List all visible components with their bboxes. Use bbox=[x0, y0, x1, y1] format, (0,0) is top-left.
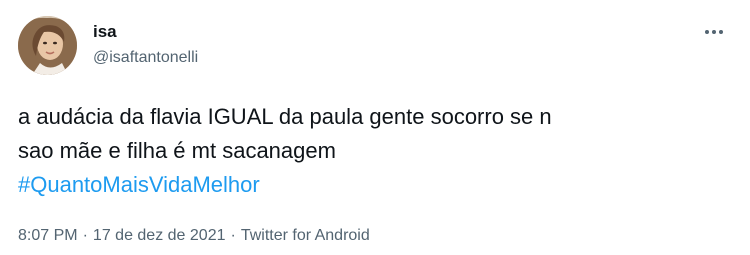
tweet-card: isa @isaftantonelli a audácia da flavia … bbox=[0, 0, 750, 255]
tweet-text-line-1: a audácia da flavia IGUAL da paula gente… bbox=[18, 104, 552, 129]
tweet-text-line-2: sao mãe e filha é mt sacanagem bbox=[18, 138, 336, 163]
separator: · bbox=[230, 227, 236, 244]
hashtag-link[interactable]: #QuantoMaisVidaMelhor bbox=[18, 168, 733, 202]
dot bbox=[719, 30, 723, 34]
avatar-photo bbox=[18, 16, 77, 75]
display-name[interactable]: isa bbox=[93, 22, 117, 42]
dot bbox=[705, 30, 709, 34]
more-options-icon[interactable] bbox=[700, 22, 728, 42]
tweet-text: a audácia da flavia IGUAL da paula gente… bbox=[18, 100, 733, 202]
dot bbox=[712, 30, 716, 34]
avatar[interactable] bbox=[18, 16, 77, 75]
user-handle[interactable]: @isaftantonelli bbox=[93, 48, 198, 68]
tweet-date[interactable]: 17 de dez de 2021 bbox=[93, 227, 226, 244]
separator: · bbox=[82, 227, 88, 244]
tweet-source[interactable]: Twitter for Android bbox=[241, 227, 370, 244]
tweet-metadata: 8:07 PM · 17 de dez de 2021 · Twitter for An… bbox=[18, 226, 370, 246]
tweet-time[interactable]: 8:07 PM bbox=[18, 227, 78, 244]
